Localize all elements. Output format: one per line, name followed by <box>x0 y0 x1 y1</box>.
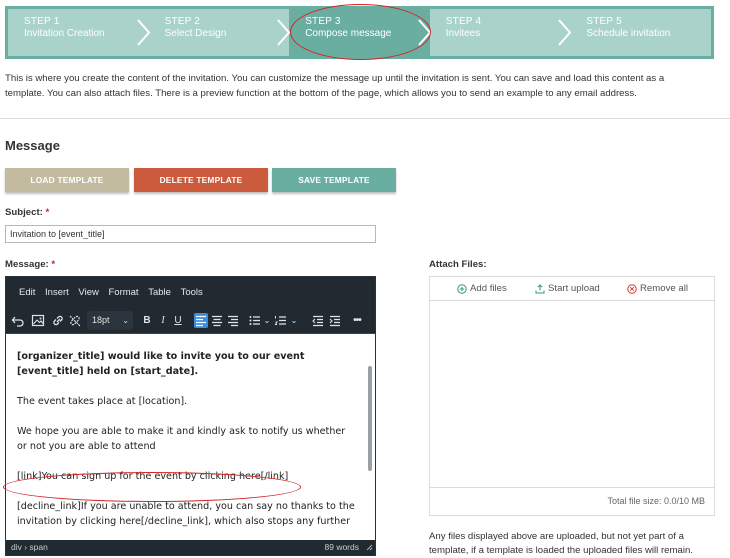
editor-paragraph: [organizer_title] would like to invite y… <box>17 351 305 377</box>
word-count[interactable]: 89 words <box>325 540 360 555</box>
subject-input[interactable] <box>5 225 376 243</box>
numbered-list-icon[interactable] <box>274 313 288 328</box>
resize-grip-icon[interactable] <box>365 543 373 551</box>
editor-toolbar: 18pt ⌄ B I U ⌄ ⌄ ••• <box>6 307 375 334</box>
start-upload-button[interactable]: Start upload <box>535 283 600 294</box>
menu-tools[interactable]: Tools <box>181 287 203 298</box>
step-invitation-creation[interactable]: STEP 1 Invitation Creation <box>8 9 150 56</box>
align-left-icon[interactable] <box>194 313 208 328</box>
annotation-ellipse-link <box>3 472 301 502</box>
attach-note: Any files displayed above are uploaded, … <box>429 531 693 556</box>
menu-table[interactable]: Table <box>148 287 171 298</box>
step-label: Select Design <box>164 28 227 39</box>
chevron-down-icon: ⌄ <box>122 316 129 325</box>
italic-icon[interactable]: I <box>157 313 169 328</box>
chevron-right-icon <box>558 19 572 46</box>
intro-text: This is where you create the content of … <box>5 73 665 99</box>
undo-icon[interactable] <box>11 313 25 328</box>
editor-content[interactable]: [organizer_title] would like to invite y… <box>6 335 369 542</box>
load-template-button[interactable]: LOAD TEMPLATE <box>5 168 129 192</box>
total-file-size: Total file size: 0.0/10 MB <box>430 487 714 515</box>
remove-all-button[interactable]: Remove all <box>627 283 688 294</box>
menu-format[interactable]: Format <box>108 287 138 298</box>
editor-menubar: Edit Insert View Format Table Tools <box>6 277 375 307</box>
message-label: Message: * <box>5 259 56 270</box>
image-icon[interactable] <box>31 313 45 328</box>
x-circle-icon <box>627 283 637 294</box>
required-marker: * <box>51 259 56 270</box>
plus-circle-icon <box>457 283 467 294</box>
message-editor: Edit Insert View Format Table Tools 18pt… <box>5 276 376 556</box>
save-template-button[interactable]: SAVE TEMPLATE <box>272 168 396 192</box>
chevron-down-icon[interactable]: ⌄ <box>263 313 271 328</box>
unlink-icon[interactable] <box>68 313 82 328</box>
required-marker: * <box>45 207 50 218</box>
align-center-icon[interactable] <box>210 313 224 328</box>
menu-edit[interactable]: Edit <box>19 287 35 298</box>
element-path[interactable]: div › span <box>11 542 48 552</box>
underline-icon[interactable]: U <box>172 313 184 328</box>
section-title: Message <box>5 138 60 153</box>
step-label: Invitees <box>445 28 481 39</box>
attach-toolbar: Add files Start upload Remove all <box>430 277 714 301</box>
annotation-ellipse-step <box>290 4 431 60</box>
step-number: STEP 5 <box>586 16 622 27</box>
editor-paragraph: We hope you are able to make it and kind… <box>17 426 346 452</box>
indent-icon[interactable] <box>328 313 342 328</box>
step-number: STEP 4 <box>445 16 482 27</box>
outdent-icon[interactable] <box>311 313 325 328</box>
bold-icon[interactable]: B <box>141 313 153 328</box>
divider <box>0 118 730 119</box>
menu-insert[interactable]: Insert <box>45 287 69 298</box>
step-label: Schedule invitation <box>586 28 671 39</box>
step-schedule-invitation[interactable]: STEP 5 Schedule invitation <box>570 9 711 56</box>
link-icon[interactable] <box>51 313 65 328</box>
step-number: STEP 2 <box>164 16 201 27</box>
step-number: STEP 1 <box>24 16 60 27</box>
upload-icon <box>535 283 545 293</box>
editor-scrollbar[interactable] <box>368 366 372 471</box>
add-files-button[interactable]: Add files <box>457 283 507 294</box>
step-select-design[interactable]: STEP 2 Select Design <box>149 9 291 56</box>
step-invitees[interactable]: STEP 4 Invitees <box>430 9 572 56</box>
menu-view[interactable]: View <box>78 287 98 298</box>
bullet-list-icon[interactable] <box>248 313 262 328</box>
delete-template-button[interactable]: DELETE TEMPLATE <box>134 168 268 192</box>
subject-label: Subject: * <box>5 207 50 218</box>
editor-statusbar: div › span 89 words <box>6 540 375 555</box>
chevron-right-icon <box>136 19 150 46</box>
attach-files-label: Attach Files: <box>429 259 487 270</box>
attach-files-panel: Add files Start upload Remove all Total … <box>429 276 715 516</box>
step-label: Invitation Creation <box>24 28 105 39</box>
font-size-select[interactable]: 18pt ⌄ <box>87 311 133 330</box>
align-right-icon[interactable] <box>226 313 240 328</box>
editor-paragraph: The event takes place at [location]. <box>17 396 188 407</box>
editor-paragraph: [decline_link]If you are unable to atten… <box>17 501 355 527</box>
more-icon[interactable]: ••• <box>350 313 364 328</box>
chevron-down-icon[interactable]: ⌄ <box>290 313 298 328</box>
